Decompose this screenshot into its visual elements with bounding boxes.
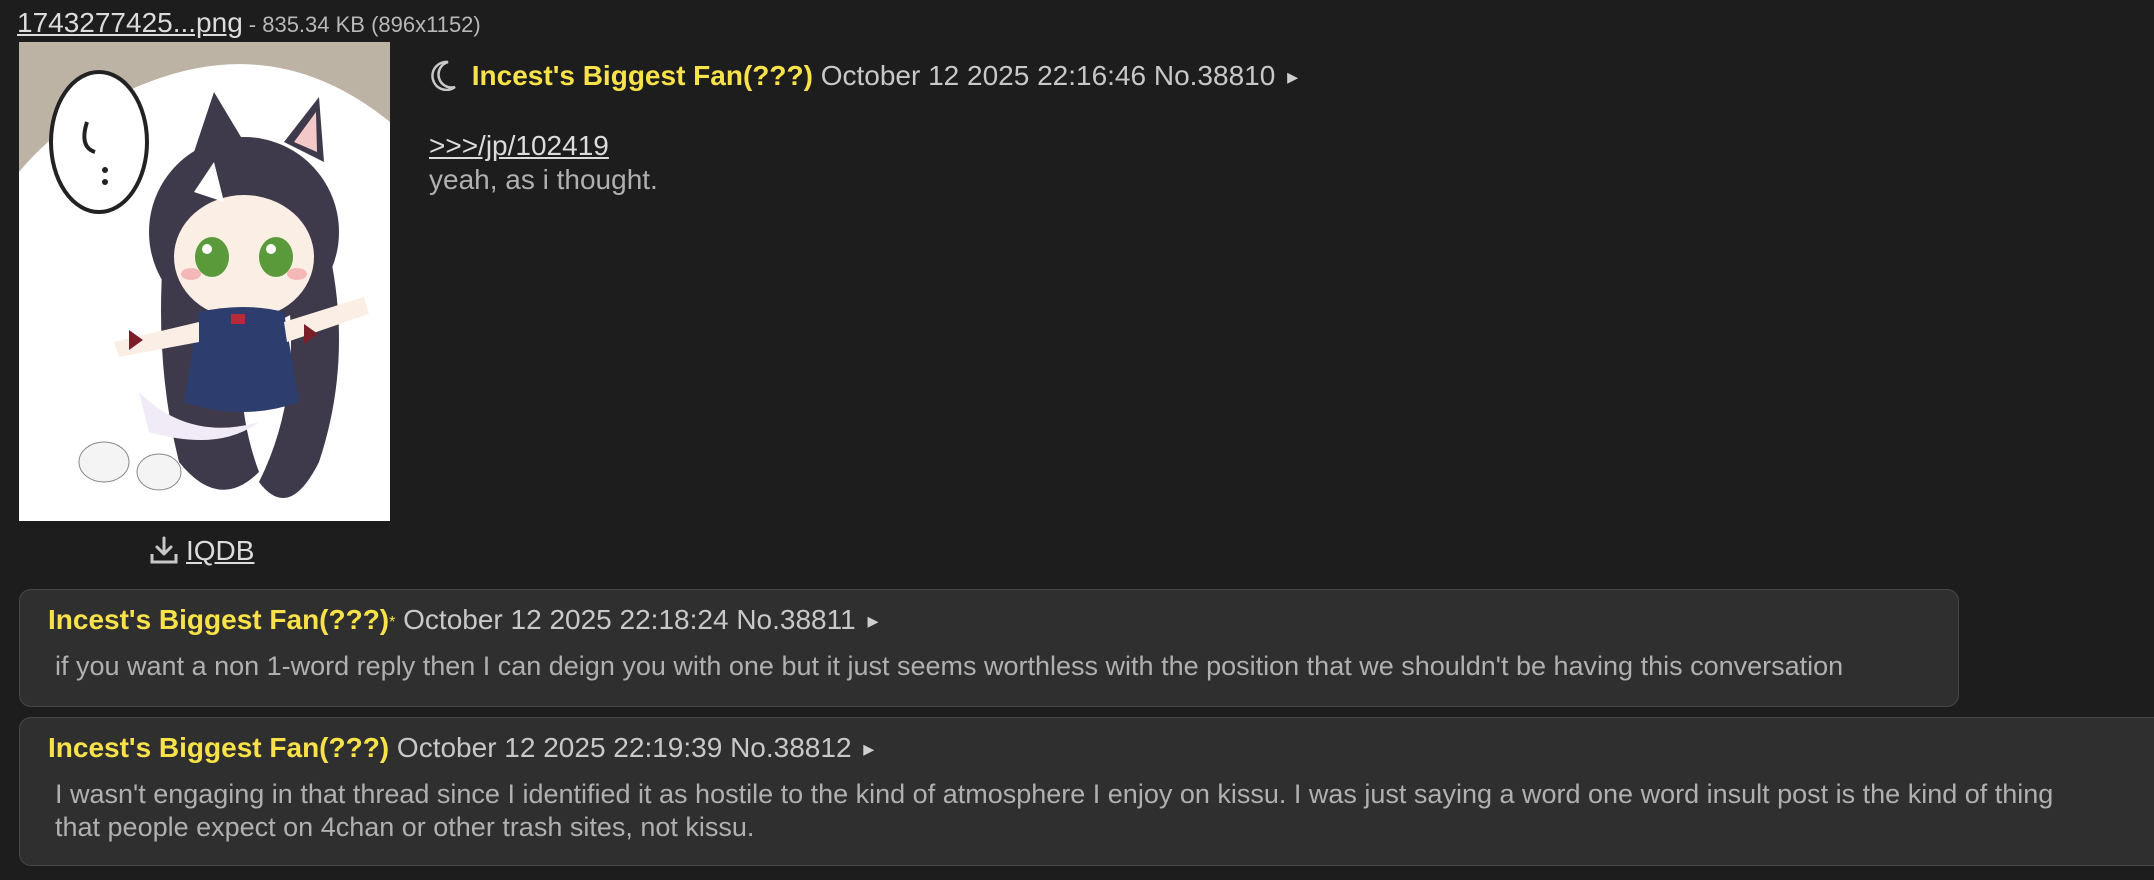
thread-page: 1743277425...png- 835.34 KB (896x1152) xyxy=(0,0,2154,880)
post-number[interactable]: No.38810 xyxy=(1154,60,1275,91)
arrow-right-icon[interactable]: ▸ xyxy=(863,736,874,761)
post-number[interactable]: No.38812 xyxy=(730,732,851,763)
reply-header: Incest's Biggest Fan(???)* October 12 20… xyxy=(48,600,879,643)
reply-post: Incest's Biggest Fan(???) October 12 202… xyxy=(19,717,2154,866)
reply-post: Incest's Biggest Fan(???)* October 12 20… xyxy=(19,589,1959,707)
op-post-body: yeah, as i thought. xyxy=(429,164,658,195)
file-info: 1743277425...png - 835.34 KB (896x1152) xyxy=(17,6,481,42)
iqdb-link[interactable]: IQDB xyxy=(186,535,254,566)
download-icon[interactable] xyxy=(150,536,178,572)
iqdb-search: IQDB xyxy=(150,534,254,572)
reply-body: I wasn't engaging in that thread since I… xyxy=(55,779,2054,842)
post-date: October 12 2025 22:18:24 xyxy=(403,604,729,635)
reply-header: Incest's Biggest Fan(???) October 12 202… xyxy=(48,728,874,769)
reply-body: if you want a non 1-word reply then I ca… xyxy=(55,651,1844,681)
arrow-right-icon[interactable]: ▸ xyxy=(1287,64,1298,89)
post-number[interactable]: No.38811 xyxy=(736,604,855,635)
op-post-header: Incest's Biggest Fan(???) October 12 202… xyxy=(428,56,1298,102)
file-name-link[interactable]: 1743277425...png xyxy=(17,7,243,38)
post-image-thumbnail[interactable] xyxy=(19,42,390,521)
poster-name: Incest's Biggest Fan(???) xyxy=(471,60,813,91)
op-marker: * xyxy=(389,614,396,631)
arrow-right-icon[interactable]: ▸ xyxy=(867,608,878,633)
post-date: October 12 2025 22:19:39 xyxy=(396,732,723,763)
post-date: October 12 2025 22:16:46 xyxy=(820,60,1147,91)
file-meta: - 835.34 KB (896x1152) xyxy=(248,12,481,37)
poster-name: Incest's Biggest Fan(???) xyxy=(48,604,390,635)
moon-icon xyxy=(428,59,458,102)
anime-catgirl-illustration xyxy=(19,42,390,521)
poster-name: Incest's Biggest Fan(???) xyxy=(48,732,390,763)
cross-board-quote-link[interactable]: >>>/jp/102419 xyxy=(429,128,609,164)
